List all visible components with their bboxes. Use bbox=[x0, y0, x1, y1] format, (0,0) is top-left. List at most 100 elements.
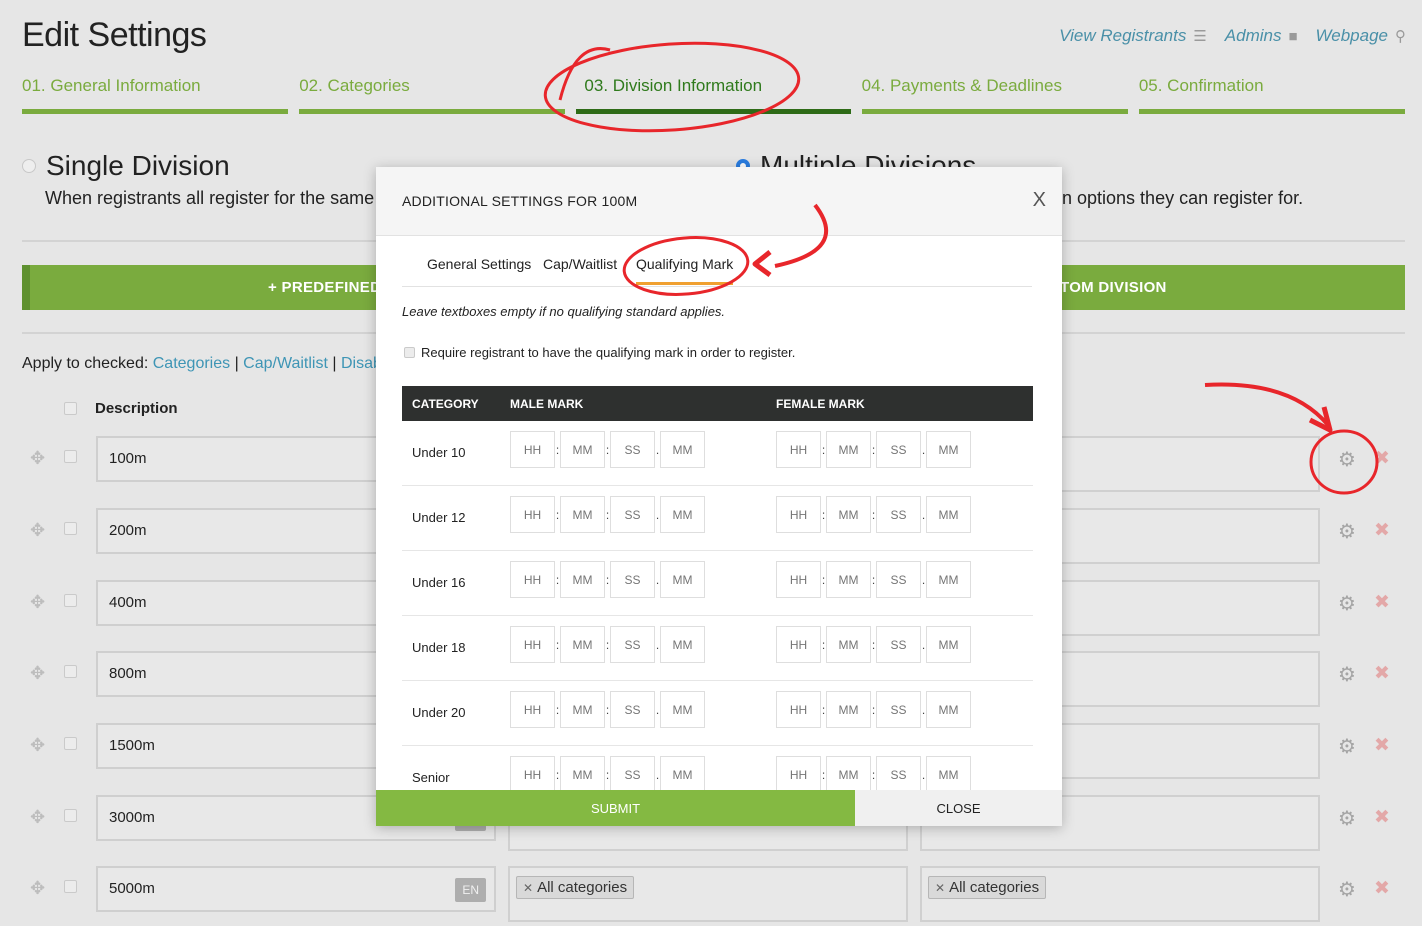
male-minutes-input[interactable] bbox=[560, 756, 605, 793]
gear-icon[interactable]: ⚙ bbox=[1338, 806, 1356, 831]
drag-handle-icon[interactable]: ✥ bbox=[30, 520, 45, 541]
webpage-link[interactable]: Webpage ⚲ bbox=[1316, 26, 1406, 46]
gear-icon[interactable]: ⚙ bbox=[1338, 734, 1356, 759]
female-minutes-input[interactable] bbox=[826, 431, 871, 468]
female-hours-input[interactable] bbox=[776, 756, 821, 793]
female-hundredths-input[interactable] bbox=[926, 496, 971, 533]
division-checkbox[interactable] bbox=[64, 594, 77, 607]
female-minutes-input[interactable] bbox=[826, 561, 871, 598]
male-seconds-input[interactable] bbox=[610, 756, 655, 793]
male-minutes-input[interactable] bbox=[560, 431, 605, 468]
step-confirmation[interactable]: 05. Confirmation bbox=[1138, 76, 1406, 114]
division-name-input[interactable]: 5000m EN bbox=[96, 866, 496, 912]
require-qualifying-option[interactable]: Require registrant to have the qualifyin… bbox=[404, 345, 795, 360]
male-minutes-input[interactable] bbox=[560, 691, 605, 728]
female-minutes-input[interactable] bbox=[826, 756, 871, 793]
step-payments-deadlines[interactable]: 04. Payments & Deadlines bbox=[861, 76, 1128, 114]
language-badge[interactable]: EN bbox=[455, 878, 486, 902]
division-checkbox[interactable] bbox=[64, 450, 77, 463]
delete-icon[interactable]: ✖ bbox=[1374, 519, 1390, 542]
drag-handle-icon[interactable]: ✥ bbox=[30, 592, 45, 613]
division-checkbox[interactable] bbox=[64, 809, 77, 822]
apply-categories-link[interactable]: Categories bbox=[153, 355, 230, 372]
male-seconds-input[interactable] bbox=[610, 431, 655, 468]
female-hours-input[interactable] bbox=[776, 431, 821, 468]
female-seconds-input[interactable] bbox=[876, 496, 921, 533]
remove-tag-icon[interactable]: ✕ bbox=[935, 881, 945, 895]
male-hundredths-input[interactable] bbox=[660, 431, 705, 468]
close-button[interactable]: CLOSE bbox=[855, 790, 1062, 826]
female-minutes-input[interactable] bbox=[826, 496, 871, 533]
male-hours-input[interactable] bbox=[510, 626, 555, 663]
male-hours-input[interactable] bbox=[510, 431, 555, 468]
male-minutes-input[interactable] bbox=[560, 561, 605, 598]
gear-icon[interactable]: ⚙ bbox=[1338, 447, 1356, 472]
male-hundredths-input[interactable] bbox=[660, 626, 705, 663]
division-checkbox[interactable] bbox=[64, 522, 77, 535]
female-seconds-input[interactable] bbox=[876, 691, 921, 728]
female-hours-input[interactable] bbox=[776, 561, 821, 598]
male-categories-select[interactable]: ✕ All categories bbox=[508, 866, 908, 922]
division-checkbox[interactable] bbox=[64, 737, 77, 750]
admins-link[interactable]: Admins ■ bbox=[1225, 26, 1298, 46]
remove-tag-icon[interactable]: ✕ bbox=[523, 881, 533, 895]
female-hours-input[interactable] bbox=[776, 496, 821, 533]
tab-general-settings[interactable]: General Settings bbox=[427, 256, 531, 282]
female-seconds-input[interactable] bbox=[876, 626, 921, 663]
drag-handle-icon[interactable]: ✥ bbox=[30, 735, 45, 756]
gear-icon[interactable]: ⚙ bbox=[1338, 519, 1356, 544]
male-hundredths-input[interactable] bbox=[660, 496, 705, 533]
female-hundredths-input[interactable] bbox=[926, 561, 971, 598]
division-checkbox[interactable] bbox=[64, 880, 77, 893]
male-minutes-input[interactable] bbox=[560, 626, 605, 663]
male-hundredths-input[interactable] bbox=[660, 691, 705, 728]
add-predefined-division-button[interactable]: + PREDEFINED bbox=[268, 279, 381, 296]
drag-handle-icon[interactable]: ✥ bbox=[30, 807, 45, 828]
step-categories[interactable]: 02. Categories bbox=[299, 76, 566, 114]
gear-icon[interactable]: ⚙ bbox=[1338, 591, 1356, 616]
male-hours-input[interactable] bbox=[510, 691, 555, 728]
gear-icon[interactable]: ⚙ bbox=[1338, 877, 1356, 902]
male-hours-input[interactable] bbox=[510, 756, 555, 793]
female-hundredths-input[interactable] bbox=[926, 626, 971, 663]
select-all-checkbox[interactable] bbox=[64, 402, 77, 415]
male-minutes-input[interactable] bbox=[560, 496, 605, 533]
female-categories-select[interactable]: ✕ All categories bbox=[920, 866, 1320, 922]
female-hours-input[interactable] bbox=[776, 691, 821, 728]
male-seconds-input[interactable] bbox=[610, 496, 655, 533]
delete-icon[interactable]: ✖ bbox=[1374, 591, 1390, 614]
female-hundredths-input[interactable] bbox=[926, 756, 971, 793]
require-qualifying-checkbox[interactable] bbox=[404, 347, 415, 358]
view-registrants-link[interactable]: View Registrants ☰ bbox=[1059, 26, 1207, 46]
male-hours-input[interactable] bbox=[510, 561, 555, 598]
drag-handle-icon[interactable]: ✥ bbox=[30, 878, 45, 899]
tab-qualifying-mark[interactable]: Qualifying Mark bbox=[636, 256, 734, 285]
single-division-radio[interactable] bbox=[22, 159, 36, 173]
female-seconds-input[interactable] bbox=[876, 756, 921, 793]
male-seconds-input[interactable] bbox=[610, 626, 655, 663]
female-hundredths-input[interactable] bbox=[926, 431, 971, 468]
tab-cap-waitlist[interactable]: Cap/Waitlist bbox=[543, 256, 617, 282]
male-hundredths-input[interactable] bbox=[660, 561, 705, 598]
delete-icon[interactable]: ✖ bbox=[1374, 806, 1390, 829]
close-icon[interactable]: X bbox=[1033, 189, 1046, 212]
delete-icon[interactable]: ✖ bbox=[1374, 877, 1390, 900]
step-division-information[interactable]: 03. Division Information bbox=[576, 76, 851, 114]
female-seconds-input[interactable] bbox=[876, 431, 921, 468]
apply-cap-waitlist-link[interactable]: Cap/Waitlist bbox=[243, 355, 328, 372]
male-hundredths-input[interactable] bbox=[660, 756, 705, 793]
female-minutes-input[interactable] bbox=[826, 691, 871, 728]
female-seconds-input[interactable] bbox=[876, 561, 921, 598]
female-minutes-input[interactable] bbox=[826, 626, 871, 663]
drag-handle-icon[interactable]: ✥ bbox=[30, 448, 45, 469]
male-hours-input[interactable] bbox=[510, 496, 555, 533]
step-general-information[interactable]: 01. General Information bbox=[22, 76, 289, 114]
male-seconds-input[interactable] bbox=[610, 691, 655, 728]
female-hours-input[interactable] bbox=[776, 626, 821, 663]
male-seconds-input[interactable] bbox=[610, 561, 655, 598]
female-hundredths-input[interactable] bbox=[926, 691, 971, 728]
division-checkbox[interactable] bbox=[64, 665, 77, 678]
gear-icon[interactable]: ⚙ bbox=[1338, 662, 1356, 687]
add-custom-division-button[interactable]: TOM DIVISION bbox=[1060, 279, 1167, 296]
delete-icon[interactable]: ✖ bbox=[1374, 662, 1390, 685]
